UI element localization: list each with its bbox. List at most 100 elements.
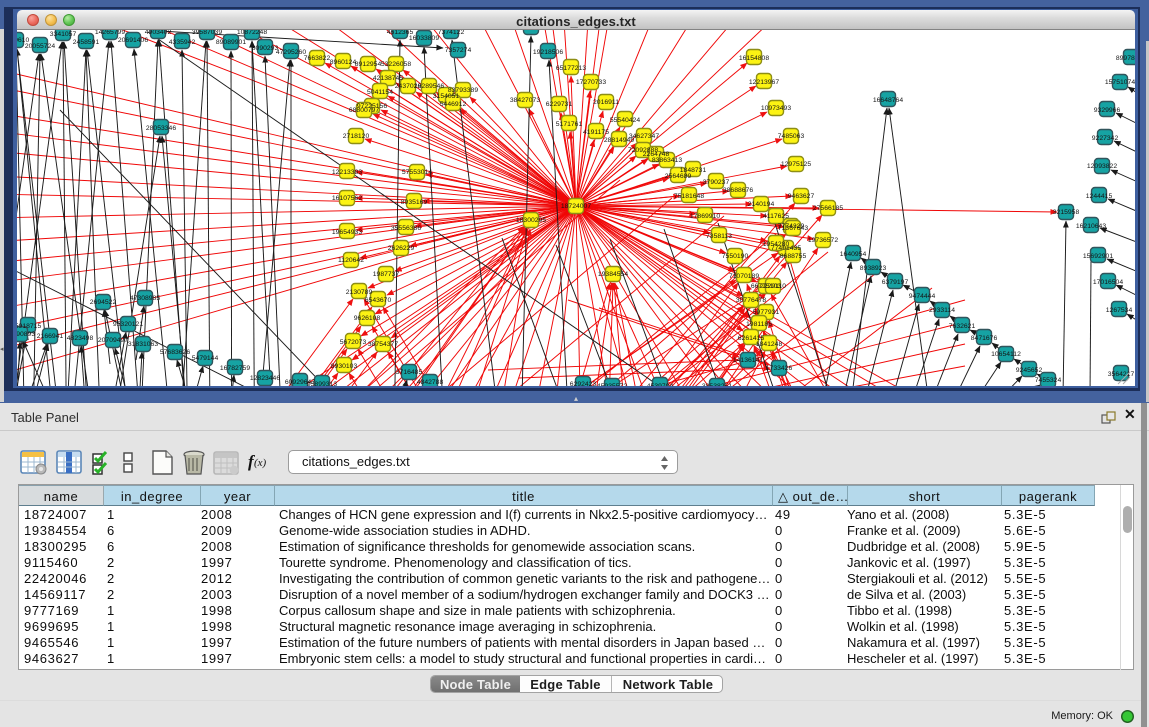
svg-text:8930103: 8930103 bbox=[331, 363, 358, 370]
svg-text:1841248: 1841248 bbox=[756, 341, 783, 348]
svg-text:71367643: 71367643 bbox=[778, 225, 808, 232]
svg-text:4903402: 4903402 bbox=[145, 30, 172, 36]
svg-text:7374122: 7374122 bbox=[438, 30, 465, 36]
svg-text:7632621: 7632621 bbox=[949, 323, 976, 330]
svg-text:4539704: 4539704 bbox=[647, 383, 674, 386]
svg-text:3154051: 3154051 bbox=[433, 93, 460, 100]
svg-text:5672073: 5672073 bbox=[340, 339, 367, 346]
svg-text:6292423: 6292423 bbox=[570, 381, 597, 386]
svg-text:(x): (x) bbox=[254, 457, 267, 469]
svg-text:16154808: 16154808 bbox=[739, 55, 769, 62]
svg-text:19384554: 19384554 bbox=[598, 271, 628, 278]
svg-text:8688755: 8688755 bbox=[780, 253, 807, 260]
svg-text:45935572: 45935572 bbox=[597, 383, 627, 386]
svg-text:3790237: 3790237 bbox=[703, 179, 730, 186]
svg-text:5918715: 5918715 bbox=[17, 323, 41, 330]
svg-text:27566185: 27566185 bbox=[813, 205, 843, 212]
svg-text:31831063: 31831063 bbox=[128, 341, 158, 348]
svg-text:5171761: 5171761 bbox=[556, 121, 583, 128]
svg-text:89978790: 89978790 bbox=[1116, 55, 1135, 62]
svg-text:2626229: 2626229 bbox=[388, 245, 415, 252]
svg-text:8935169: 8935169 bbox=[401, 199, 428, 206]
svg-text:28053346: 28053346 bbox=[146, 125, 176, 132]
svg-text:19736572: 19736572 bbox=[808, 237, 838, 244]
svg-text:16648764: 16648764 bbox=[873, 97, 903, 104]
svg-text:12213383: 12213383 bbox=[332, 169, 362, 176]
svg-text:87490893: 87490893 bbox=[17, 331, 35, 338]
svg-text:12975125: 12975125 bbox=[781, 161, 811, 168]
svg-text:3716485: 3716485 bbox=[396, 369, 423, 376]
svg-text:38688676: 38688676 bbox=[723, 187, 753, 194]
svg-text:1733426: 1733426 bbox=[766, 365, 793, 372]
svg-text:4823498: 4823498 bbox=[67, 335, 94, 342]
svg-text:68800797: 68800797 bbox=[349, 107, 379, 114]
svg-text:3341057: 3341057 bbox=[50, 31, 77, 38]
svg-text:53226058: 53226058 bbox=[381, 61, 411, 68]
svg-text:17016504: 17016504 bbox=[1093, 279, 1123, 286]
svg-text:57683626: 57683626 bbox=[160, 349, 190, 356]
svg-text:16210643: 16210643 bbox=[1076, 223, 1106, 230]
svg-text:14136141: 14136141 bbox=[733, 357, 763, 364]
svg-text:8471676: 8471676 bbox=[971, 335, 998, 342]
svg-text:9474444: 9474444 bbox=[909, 293, 936, 300]
svg-text:7485063: 7485063 bbox=[778, 133, 805, 140]
svg-text:2016911: 2016911 bbox=[593, 99, 619, 106]
svg-text:1244415: 1244415 bbox=[1086, 193, 1113, 200]
svg-text:16033809: 16033809 bbox=[409, 35, 439, 42]
svg-text:14265799: 14265799 bbox=[95, 30, 125, 36]
svg-text:34627347: 34627347 bbox=[629, 133, 659, 140]
svg-text:1120642: 1120642 bbox=[338, 257, 364, 264]
svg-text:18724007: 18724007 bbox=[561, 203, 591, 210]
svg-text:2458591: 2458591 bbox=[73, 39, 100, 46]
svg-text:16782759: 16782759 bbox=[220, 365, 250, 372]
svg-text:5479144: 5479144 bbox=[192, 355, 219, 362]
svg-text:16107562: 16107562 bbox=[332, 195, 362, 202]
svg-text:38427073: 38427073 bbox=[510, 97, 540, 104]
svg-text:19218506: 19218506 bbox=[533, 49, 563, 56]
svg-text:1954280: 1954280 bbox=[763, 241, 790, 248]
svg-text:83863413: 83863413 bbox=[652, 157, 682, 164]
svg-text:95320121: 95320121 bbox=[113, 321, 143, 328]
svg-text:7663822: 7663822 bbox=[304, 55, 331, 62]
svg-text:17869910: 17869910 bbox=[690, 213, 720, 220]
svg-text:30776478: 30776478 bbox=[736, 297, 766, 304]
svg-text:10872248: 10872248 bbox=[237, 30, 267, 36]
svg-text:39587039: 39587039 bbox=[192, 30, 222, 36]
svg-text:83793389: 83793389 bbox=[448, 87, 478, 94]
svg-text:1640954: 1640954 bbox=[840, 251, 867, 258]
svg-text:57553014: 57553014 bbox=[402, 169, 432, 176]
svg-text:9329966: 9329966 bbox=[1094, 107, 1121, 114]
svg-text:10654112: 10654112 bbox=[991, 351, 1021, 358]
svg-text:15692901: 15692901 bbox=[1083, 253, 1113, 260]
svg-text:12093822: 12093822 bbox=[1087, 163, 1117, 170]
svg-text:4191175: 4191175 bbox=[583, 129, 609, 136]
svg-text:1267534: 1267534 bbox=[1106, 307, 1133, 314]
svg-text:6229731: 6229731 bbox=[546, 101, 573, 108]
svg-text:4117625: 4117625 bbox=[763, 213, 789, 220]
svg-text:7550190: 7550190 bbox=[722, 253, 749, 260]
svg-text:5041154: 5041154 bbox=[367, 89, 393, 96]
svg-text:38538251: 38538251 bbox=[702, 383, 732, 386]
svg-text:19289546: 19289546 bbox=[414, 83, 444, 90]
svg-text:8090293: 8090293 bbox=[252, 45, 279, 52]
svg-text:8938923: 8938923 bbox=[860, 265, 887, 272]
svg-text:35556386: 35556386 bbox=[391, 225, 421, 232]
svg-text:7357274: 7357274 bbox=[445, 47, 472, 54]
svg-text:6379197: 6379197 bbox=[882, 279, 909, 286]
svg-text:9227342: 9227342 bbox=[1092, 135, 1119, 142]
svg-text:1981186: 1981186 bbox=[746, 321, 772, 328]
svg-text:42138745: 42138745 bbox=[373, 75, 403, 82]
svg-text:20709497: 20709497 bbox=[98, 337, 128, 344]
svg-text:91030736: 91030736 bbox=[516, 30, 546, 32]
svg-text:8912954: 8912954 bbox=[355, 61, 382, 68]
svg-text:9245652: 9245652 bbox=[1016, 367, 1043, 374]
svg-text:4335942: 4335942 bbox=[169, 39, 196, 46]
svg-text:2694522: 2694522 bbox=[90, 299, 117, 306]
svg-text:2140194: 2140194 bbox=[748, 201, 775, 208]
svg-text:12823446: 12823446 bbox=[250, 375, 280, 382]
svg-text:5446912: 5446912 bbox=[440, 101, 467, 108]
svg-text:71070189: 71070189 bbox=[729, 273, 759, 280]
svg-text:55540424: 55540424 bbox=[610, 117, 640, 124]
svg-text:75181648: 75181648 bbox=[674, 193, 704, 200]
svg-text:2166941: 2166941 bbox=[37, 333, 64, 340]
